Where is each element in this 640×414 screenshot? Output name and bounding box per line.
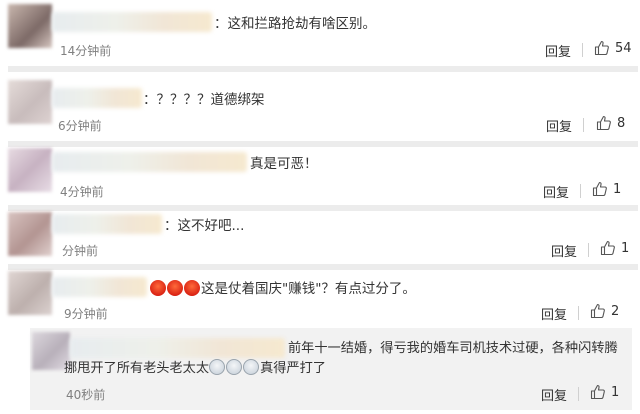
divider [578, 306, 579, 320]
sub-reply-text-start: 挪甩开了所有老头老太太 [64, 361, 210, 376]
comment-text: ：这不好吧... [164, 218, 245, 234]
comment-text: ：这和拦路抢劫有啥区别。 [214, 16, 376, 32]
like-count: 1 [621, 240, 630, 256]
comment-time: 6分钟前 [58, 119, 102, 133]
like-count: 1 [613, 181, 622, 197]
comment-time: 分钟前 [62, 244, 99, 258]
like-button[interactable]: 1 [592, 181, 621, 197]
sub-reply-text-end: 真得严打了 [260, 361, 326, 376]
username-blurred[interactable] [52, 277, 147, 297]
username-blurred[interactable] [52, 88, 142, 108]
comment-time: 40秒前 [66, 388, 106, 402]
divider [583, 118, 584, 132]
like-button[interactable]: 1 [600, 240, 629, 256]
thumbs-up-icon [590, 384, 605, 400]
separator [8, 66, 638, 72]
sub-reply-text-line2: 挪甩开了所有老头老太太 真得严打了 [64, 359, 326, 379]
comment-time: 14分钟前 [60, 44, 112, 58]
username-blurred[interactable] [52, 214, 162, 234]
separator [8, 205, 638, 211]
thumbs-up-icon [590, 303, 605, 319]
comment-text: ：？？？？道德绑架 [143, 92, 265, 108]
divider [582, 43, 583, 57]
reply-button[interactable]: 回复 [541, 385, 567, 404]
comment-time: 9分钟前 [64, 307, 108, 321]
reply-button[interactable]: 回复 [545, 41, 571, 60]
thumbs-up-icon [594, 40, 609, 56]
reply-button[interactable]: 回复 [551, 241, 577, 260]
thumbs-up-icon [600, 240, 615, 256]
like-button[interactable]: 8 [596, 115, 625, 131]
thumbs-up-icon [592, 181, 607, 197]
username-blurred[interactable] [70, 338, 285, 358]
comment-text: 真是可恶！ [250, 156, 318, 172]
crying-face-emoji [209, 359, 226, 375]
comment-time: 4分钟前 [60, 185, 104, 199]
angry-face-emoji [184, 280, 200, 296]
like-button[interactable]: 54 [594, 40, 632, 56]
angry-face-emoji [167, 280, 183, 296]
avatar[interactable] [8, 212, 52, 256]
separator [8, 264, 638, 270]
comment-text: 这是仗着国庆"赚钱"？有点过分了。 [150, 279, 416, 299]
thumbs-up-icon [596, 115, 611, 131]
like-count: 54 [615, 40, 632, 56]
like-count: 2 [611, 303, 620, 319]
avatar[interactable] [8, 80, 52, 124]
avatar[interactable] [8, 4, 52, 48]
sub-reply-text-line1: 前年十一结婚，得亏我的婚车司机技术过硬，各种闪转腾 [288, 341, 618, 356]
crying-face-emoji [243, 359, 260, 375]
username-blurred[interactable] [52, 152, 247, 172]
reply-button[interactable]: 回复 [543, 182, 569, 201]
divider [580, 184, 581, 198]
avatar[interactable] [8, 148, 52, 192]
divider [588, 243, 589, 257]
like-count: 1 [611, 384, 620, 400]
reply-button[interactable]: 回复 [541, 304, 567, 323]
username-blurred[interactable] [52, 12, 212, 32]
like-count: 8 [617, 115, 626, 131]
separator [8, 141, 638, 147]
crying-face-emoji [226, 359, 243, 375]
like-button[interactable]: 1 [590, 384, 619, 400]
divider [578, 387, 579, 401]
reply-button[interactable]: 回复 [546, 116, 572, 135]
avatar[interactable] [8, 271, 52, 315]
comment-text-body: 这是仗着国庆"赚钱"？有点过分了。 [201, 281, 416, 297]
angry-face-emoji [150, 280, 166, 296]
like-button[interactable]: 2 [590, 303, 619, 319]
